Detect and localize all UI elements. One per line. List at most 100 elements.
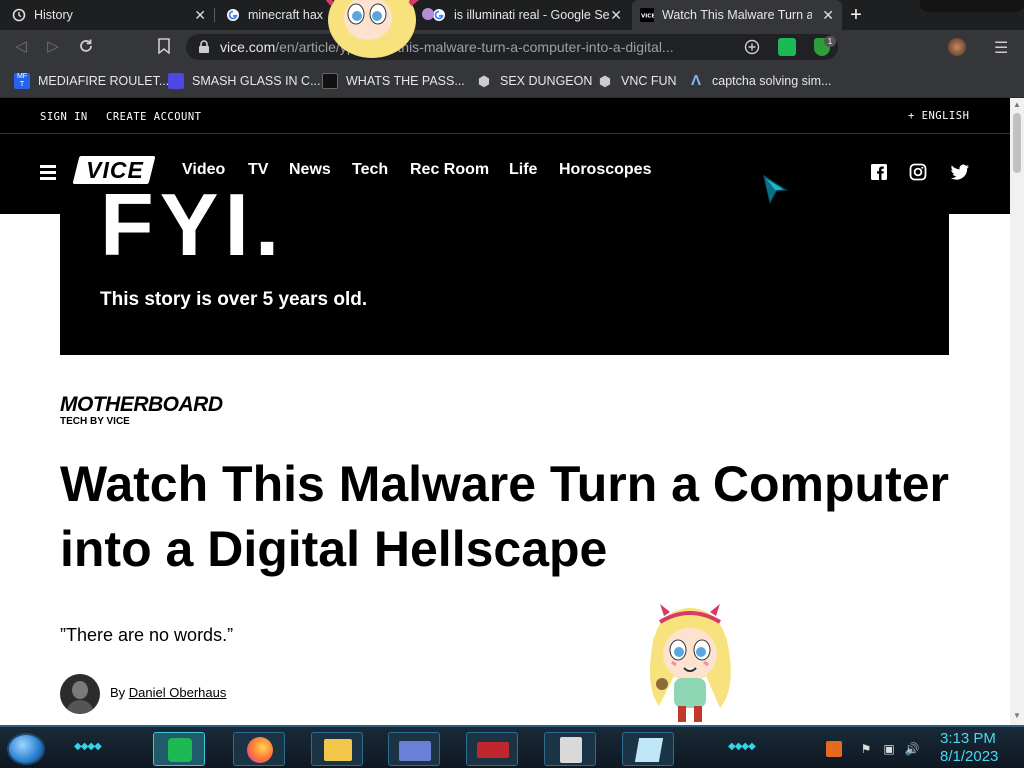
sign-in-link[interactable]: SIGN IN <box>40 111 88 123</box>
tab-vice-active[interactable]: VICE Watch This Malware Turn a C ✕ <box>632 0 842 30</box>
nav-horoscopes[interactable]: Horoscopes <box>559 161 651 179</box>
clock-date[interactable]: 8/1/2023 <box>940 748 998 765</box>
page-viewport: SIGN IN CREATE ACCOUNT + ENGLISH VICE Vi… <box>0 98 1010 725</box>
bookmark-label: SEX DUNGEON <box>500 74 593 88</box>
history-icon <box>12 8 26 22</box>
byline-prefix: By <box>110 685 129 700</box>
bookmark-smash-glass[interactable]: SMASH GLASS IN C... <box>168 71 321 91</box>
id-card-icon <box>399 741 431 761</box>
bookmark-vnc-fun[interactable]: ⬢ VNC FUN <box>597 71 677 91</box>
scrollbar-thumb[interactable] <box>1013 113 1021 173</box>
twitter-icon[interactable] <box>949 163 971 183</box>
nav-life[interactable]: Life <box>509 161 537 179</box>
tab-title: History <box>34 8 73 22</box>
windows-taskbar: ◆◆◆◆ ◆◆◆◆ ⚑ ▣ 🔊 3:13 PM 8/1/2023 <box>0 725 1024 768</box>
scroll-down-icon[interactable]: ▼ <box>1013 711 1021 720</box>
reload-icon[interactable] <box>77 38 95 56</box>
fyi-heading: FYI. <box>100 175 286 274</box>
motherboard-logo[interactable]: MOTHERBOARD <box>60 393 223 417</box>
tab-title: is illuminati real - Google Se <box>454 8 610 22</box>
add-shortcut-icon[interactable] <box>744 39 760 55</box>
forward-icon[interactable]: ▷ <box>44 38 62 56</box>
url-host: vice.com <box>220 39 276 55</box>
password-icon <box>322 73 338 89</box>
file-explorer-icon <box>324 739 352 761</box>
taskbar-server[interactable] <box>544 732 596 766</box>
close-tab-icon[interactable]: ✕ <box>194 8 206 22</box>
taskbar-decoration: ◆◆◆◆ <box>728 741 756 752</box>
bookmark-captcha[interactable]: Λ captcha solving sim... <box>688 71 832 91</box>
author-avatar[interactable] <box>60 674 100 714</box>
bookmark-label: VNC FUN <box>621 74 677 88</box>
back-icon[interactable]: ◁ <box>12 38 30 56</box>
menu-icon[interactable]: ☰ <box>994 38 1008 58</box>
taskbar-game[interactable] <box>466 732 518 766</box>
nav-rec-room[interactable]: Rec Room <box>410 161 489 179</box>
vnc-icon: ⬢ <box>598 73 612 89</box>
notepad-icon <box>634 738 664 762</box>
nav-news[interactable]: News <box>289 161 331 179</box>
bookmark-sex-dungeon[interactable]: ⬢ SEX DUNGEON <box>476 71 593 91</box>
spotify-extension-icon[interactable] <box>778 38 796 56</box>
start-button[interactable] <box>7 733 45 765</box>
captcha-icon: Λ <box>690 72 701 89</box>
tab-history[interactable]: History ✕ <box>0 0 214 30</box>
game-icon <box>477 742 509 758</box>
clock-time[interactable]: 3:13 PM <box>940 730 996 747</box>
tab-strip: History ✕ minecraft hax is illuminati re… <box>0 0 1024 30</box>
lock-icon[interactable] <box>198 40 210 54</box>
close-tab-icon[interactable]: ✕ <box>822 8 834 22</box>
mouse-cursor-icon <box>762 174 789 204</box>
hamburger-menu-icon[interactable] <box>40 165 56 180</box>
author-link[interactable]: Daniel Oberhaus <box>129 685 227 700</box>
tray-app-icon[interactable] <box>826 741 842 757</box>
page-scrollbar[interactable]: ▲ ▼ <box>1010 98 1024 725</box>
cartoon-character-tab-sticker <box>325 0 434 58</box>
instagram-icon[interactable] <box>909 163 929 183</box>
taskbar-firefox[interactable] <box>233 732 285 766</box>
article-dek: ”There are no words.” <box>60 625 234 645</box>
fyi-banner: FYI. This story is over 5 years old. <box>60 175 949 355</box>
address-bar[interactable]: vice.com/en/article/yp...atch-this-malwa… <box>186 34 838 60</box>
network-icon[interactable]: ▣ <box>881 741 897 757</box>
bookmark-label: captcha solving sim... <box>712 74 832 88</box>
bookmark-label: WHATS THE PASS... <box>346 74 465 88</box>
flag-icon[interactable]: ⚑ <box>858 741 874 757</box>
taskbar-id-card[interactable] <box>388 732 440 766</box>
window-frame-decoration <box>920 0 1024 12</box>
dungeon-icon: ⬢ <box>477 73 491 89</box>
mediafire-icon: MF T <box>14 73 30 89</box>
article-headline: Watch This Malware Turn a Computer into … <box>60 456 949 577</box>
smash-icon <box>168 73 184 89</box>
extension-badge: 1 <box>824 36 836 47</box>
taskbar-decoration: ◆◆◆◆ <box>74 741 102 752</box>
bookmark-label: MEDIAFIRE ROULET... <box>38 74 170 88</box>
bookmark-mediafire[interactable]: MF T MEDIAFIRE ROULET... <box>14 71 169 91</box>
tab-illuminati[interactable]: is illuminati real - Google Se ✕ <box>420 0 630 30</box>
bookmarks-bar: MF T MEDIAFIRE ROULET... SMASH GLASS IN C… <box>0 64 1024 98</box>
google-icon <box>227 9 239 21</box>
close-tab-icon[interactable]: ✕ <box>610 8 622 22</box>
profile-avatar[interactable] <box>948 38 966 56</box>
scroll-up-icon[interactable]: ▲ <box>1013 100 1021 109</box>
taskbar-notepad[interactable] <box>622 732 674 766</box>
browser-toolbar: ◁ ▷ vice.com/en/article/yp...atch-this-m… <box>0 30 1024 64</box>
bookmark-star-icon[interactable] <box>155 38 173 56</box>
volume-icon[interactable]: 🔊 <box>904 741 920 757</box>
url-text[interactable]: vice.com/en/article/yp...atch-this-malwa… <box>220 39 740 55</box>
nav-tech[interactable]: Tech <box>352 161 388 179</box>
byline: By Daniel Oberhaus <box>110 685 226 700</box>
facebook-icon[interactable] <box>870 163 890 183</box>
taskbar-file-explorer[interactable] <box>311 732 363 766</box>
svg-text:VICE: VICE <box>641 14 654 20</box>
taskbar-spotify[interactable] <box>153 732 205 766</box>
story-age-notice: This story is over 5 years old. <box>100 289 368 310</box>
spotify-icon <box>168 738 192 762</box>
new-tab-button[interactable]: + <box>846 5 866 25</box>
tab-title: Watch This Malware Turn a C <box>662 8 812 22</box>
language-selector[interactable]: + ENGLISH <box>908 110 969 122</box>
vice-account-strip: SIGN IN CREATE ACCOUNT + ENGLISH <box>0 98 1010 134</box>
bookmark-whats-the-pass[interactable]: WHATS THE PASS... <box>322 71 465 91</box>
create-account-link[interactable]: CREATE ACCOUNT <box>106 111 202 123</box>
motherboard-tagline: TECH BY VICE <box>60 416 130 427</box>
